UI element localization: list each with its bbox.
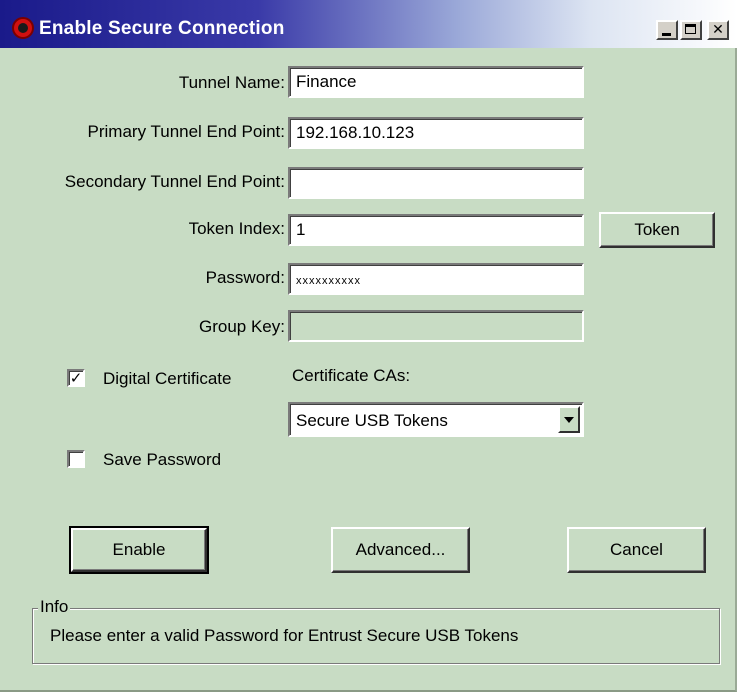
certificate-cas-select[interactable]: Secure USB Tokens — [288, 402, 584, 437]
save-password-checkbox[interactable] — [67, 450, 85, 468]
window-title: Enable Secure Connection — [39, 18, 285, 39]
checkmark-icon: ✓ — [69, 369, 83, 387]
cancel-button[interactable]: Cancel — [567, 527, 706, 573]
dialog-window: Enable Secure Connection ✕ Tunnel Name: … — [0, 0, 737, 692]
maximize-icon — [685, 24, 696, 34]
primary-endpoint-label: Primary Tunnel End Point: — [87, 122, 285, 141]
digital-certificate-label[interactable]: Digital Certificate — [103, 369, 232, 389]
token-index-label: Token Index: — [188, 219, 285, 238]
tunnel-name-input[interactable] — [288, 66, 584, 98]
advanced-button-label: Advanced... — [355, 540, 446, 559]
info-message: Please enter a valid Password for Entrus… — [50, 626, 519, 645]
save-password-label[interactable]: Save Password — [103, 450, 221, 470]
advanced-button[interactable]: Advanced... — [331, 527, 470, 573]
app-icon — [12, 17, 34, 39]
dropdown-arrow-icon[interactable] — [558, 406, 580, 433]
cancel-button-label: Cancel — [610, 540, 663, 559]
certificate-cas-label: Certificate CAs: — [292, 366, 411, 385]
title-bar[interactable]: Enable Secure Connection ✕ — [0, 0, 737, 48]
password-input[interactable] — [288, 263, 584, 295]
primary-endpoint-input[interactable] — [288, 117, 584, 149]
maximize-button[interactable] — [680, 20, 702, 40]
group-key-input — [288, 310, 584, 342]
secondary-endpoint-input[interactable] — [288, 167, 584, 199]
secondary-endpoint-label: Secondary Tunnel End Point: — [64, 172, 285, 191]
group-key-label: Group Key: — [199, 317, 285, 336]
token-index-input[interactable] — [288, 214, 584, 246]
tunnel-name-label: Tunnel Name: — [178, 73, 285, 92]
close-icon: ✕ — [712, 22, 724, 38]
minimize-icon — [662, 33, 671, 36]
enable-button-label: Enable — [112, 540, 166, 559]
digital-certificate-checkbox[interactable]: ✓ — [67, 369, 85, 387]
close-button[interactable]: ✕ — [707, 20, 729, 40]
password-label: Password: — [205, 268, 285, 287]
token-button[interactable]: Token — [599, 212, 715, 248]
token-button-label: Token — [634, 220, 680, 239]
enable-button[interactable]: Enable — [69, 526, 209, 574]
info-legend: Info — [38, 597, 71, 617]
certificate-cas-value: Secure USB Tokens — [296, 411, 448, 430]
minimize-button[interactable] — [656, 20, 678, 40]
